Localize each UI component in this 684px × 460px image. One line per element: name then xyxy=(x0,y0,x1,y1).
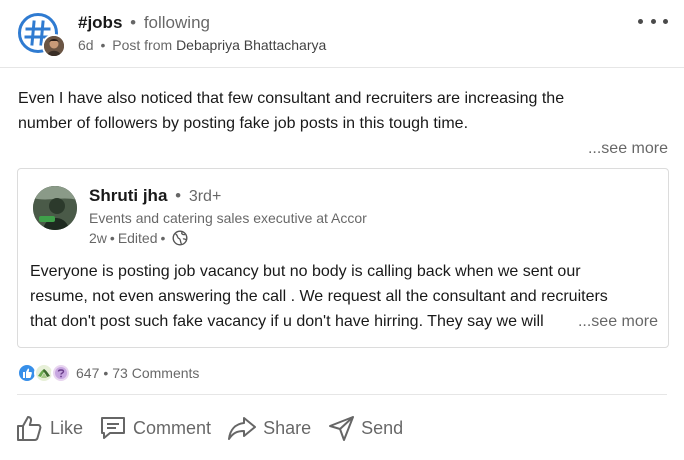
poster-name-link[interactable]: Debapriya Bhattacharya xyxy=(176,37,326,53)
separator-dot: • xyxy=(130,13,137,32)
social-actions-bar: Like Comment Share Send xyxy=(14,408,419,448)
post-meta: 6d • Post from Debapriya Bhattacharya xyxy=(78,37,326,53)
quoted-post-meta: 2w • Edited • xyxy=(89,229,188,247)
globe-icon xyxy=(172,230,188,246)
like-button[interactable]: Like xyxy=(14,413,83,443)
send-label: Send xyxy=(361,417,404,438)
share-label: Share xyxy=(263,417,312,438)
post-text-line: Even I have also noticed that few consul… xyxy=(18,90,565,107)
curious-icon xyxy=(51,363,71,383)
post-age: 6d xyxy=(78,37,94,53)
comments-count[interactable]: 73 Comments xyxy=(112,365,199,381)
quoted-author-line: Shruti jha • 3rd+ xyxy=(89,186,221,207)
post-from-label: Post from xyxy=(112,37,173,53)
reshared-post-card[interactable]: Shruti jha • 3rd+ Events and catering sa… xyxy=(17,168,669,348)
share-icon xyxy=(228,417,257,440)
separator-dot: • xyxy=(175,186,182,205)
separator-dot: • xyxy=(100,37,106,53)
hashtag-link[interactable]: #jobs xyxy=(78,13,122,32)
quoted-author-name[interactable]: Shruti jha xyxy=(89,186,167,205)
quoted-see-more-link[interactable]: ...see more xyxy=(561,309,658,334)
social-counts: 647 • 73 Comments xyxy=(17,362,199,384)
send-button[interactable]: Send xyxy=(327,414,403,442)
share-button[interactable]: Share xyxy=(227,414,311,442)
see-more-link[interactable]: ...see more xyxy=(588,138,668,160)
comment-label: Comment xyxy=(133,417,212,438)
separator-dot: • xyxy=(160,230,166,246)
reaction-icons[interactable] xyxy=(17,363,71,383)
divider xyxy=(17,394,667,395)
quoted-text-line: resume, not even answering the call . We… xyxy=(30,288,608,305)
separator-dot: • xyxy=(103,365,109,381)
quoted-author-headline: Events and catering sales executive at A… xyxy=(89,210,367,226)
separator-dot: • xyxy=(109,230,115,246)
hashtag-line: #jobs • following xyxy=(78,13,210,33)
comment-icon xyxy=(101,417,126,439)
poster-avatar[interactable] xyxy=(42,34,66,58)
post-text-line: number of followers by posting fake job … xyxy=(18,115,469,132)
quoted-post-text: Everyone is posting job vacancy but no b… xyxy=(30,259,608,334)
quoted-text-line: that don't post such fake vacancy if u d… xyxy=(30,313,544,330)
post-body-text: Even I have also noticed that few consul… xyxy=(18,86,648,136)
quoted-author-avatar[interactable] xyxy=(33,186,77,230)
quoted-post-age: 2w xyxy=(89,230,107,246)
thumbs-up-icon xyxy=(17,416,42,441)
follow-status[interactable]: following xyxy=(144,13,210,32)
reaction-count[interactable]: 647 xyxy=(76,365,99,381)
like-label: Like xyxy=(50,417,84,438)
connection-degree: 3rd+ xyxy=(188,188,222,205)
quoted-text-line: Everyone is posting job vacancy but no b… xyxy=(30,263,581,280)
edited-label: Edited xyxy=(117,230,158,246)
comment-button[interactable]: Comment xyxy=(99,414,211,442)
more-options-icon[interactable] xyxy=(638,14,668,28)
send-icon xyxy=(329,416,355,441)
feed-context-header: #jobs • following 6d • Post from Debapri… xyxy=(0,0,684,68)
